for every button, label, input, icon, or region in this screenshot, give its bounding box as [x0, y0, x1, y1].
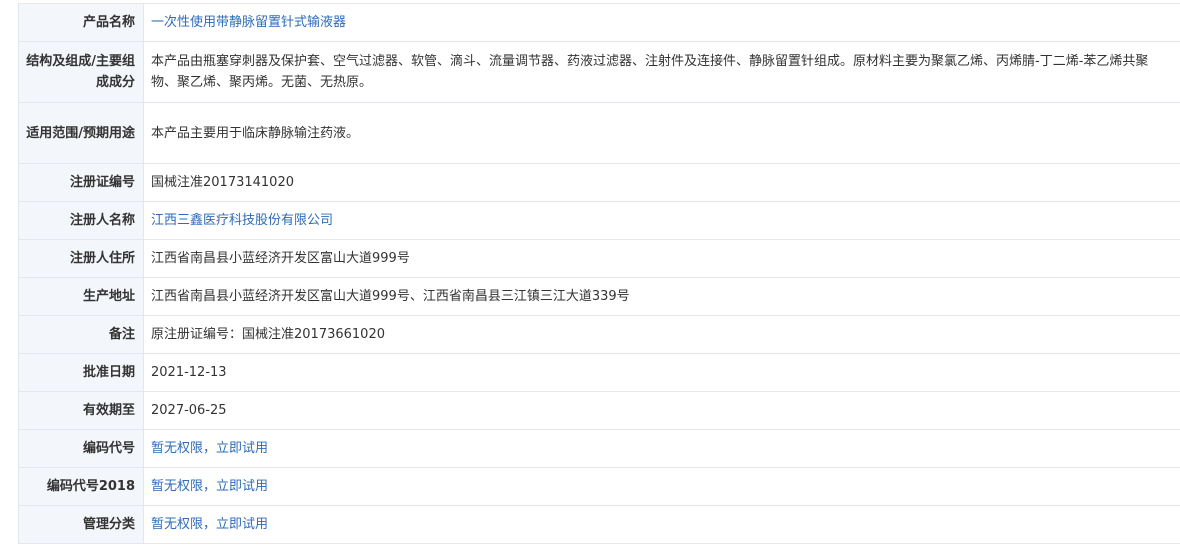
row-label: 编码代号2018 [18, 467, 144, 506]
row-composition: 结构及组成/主要组成成分 本产品由瓶塞穿刺器及保护套、空气过滤器、软管、滴斗、流… [18, 41, 1180, 103]
row-value: 国械注准20173141020 [143, 163, 1180, 202]
management-class-trial-link[interactable]: 暂无权限，立即试用 [143, 505, 1180, 544]
row-label: 注册证编号 [18, 163, 144, 202]
row-value: 2021-12-13 [143, 353, 1180, 392]
row-label: 注册人名称 [18, 201, 144, 240]
row-value: 2027-06-25 [143, 391, 1180, 430]
row-valid-until: 有效期至 2027-06-25 [18, 391, 1180, 430]
row-intended-use: 适用范围/预期用途 本产品主要用于临床静脉输注药液。 [18, 102, 1180, 164]
row-label: 批准日期 [18, 353, 144, 392]
registrant-name-link[interactable]: 江西三鑫医疗科技股份有限公司 [143, 201, 1180, 240]
code-trial-link[interactable]: 暂无权限，立即试用 [143, 429, 1180, 468]
row-remarks: 备注 原注册证编号：国械注准20173661020 [18, 315, 1180, 354]
code-2018-trial-link[interactable]: 暂无权限，立即试用 [143, 467, 1180, 506]
row-label: 生产地址 [18, 277, 144, 316]
row-management-class: 管理分类 暂无权限，立即试用 [18, 505, 1180, 544]
row-label: 编码代号 [18, 429, 144, 468]
row-label: 结构及组成/主要组成成分 [18, 41, 144, 103]
row-code: 编码代号 暂无权限，立即试用 [18, 429, 1180, 468]
row-code-2018: 编码代号2018 暂无权限，立即试用 [18, 467, 1180, 506]
row-registration-number: 注册证编号 国械注准20173141020 [18, 163, 1180, 202]
row-label: 适用范围/预期用途 [18, 102, 144, 164]
row-label: 备注 [18, 315, 144, 354]
row-value: 本产品由瓶塞穿刺器及保护套、空气过滤器、软管、滴斗、流量调节器、药液过滤器、注射… [143, 41, 1180, 103]
row-label: 管理分类 [18, 505, 144, 544]
row-value: 原注册证编号：国械注准20173661020 [143, 315, 1180, 354]
row-registrant-address: 注册人住所 江西省南昌县小蓝经济开发区富山大道999号 [18, 239, 1180, 278]
row-value: 江西省南昌县小蓝经济开发区富山大道999号 [143, 239, 1180, 278]
row-registrant-name: 注册人名称 江西三鑫医疗科技股份有限公司 [18, 201, 1180, 240]
product-detail-table: 产品名称 一次性使用带静脉留置针式输液器 结构及组成/主要组成成分 本产品由瓶塞… [18, 3, 1180, 544]
row-approval-date: 批准日期 2021-12-13 [18, 353, 1180, 392]
row-value: 本产品主要用于临床静脉输注药液。 [143, 102, 1180, 164]
row-value: 江西省南昌县小蓝经济开发区富山大道999号、江西省南昌县三江镇三江大道339号 [143, 277, 1180, 316]
row-label: 注册人住所 [18, 239, 144, 278]
row-label: 产品名称 [18, 3, 144, 42]
row-label: 有效期至 [18, 391, 144, 430]
row-production-address: 生产地址 江西省南昌县小蓝经济开发区富山大道999号、江西省南昌县三江镇三江大道… [18, 277, 1180, 316]
product-name-link[interactable]: 一次性使用带静脉留置针式输液器 [143, 3, 1180, 42]
row-product-name: 产品名称 一次性使用带静脉留置针式输液器 [18, 3, 1180, 42]
